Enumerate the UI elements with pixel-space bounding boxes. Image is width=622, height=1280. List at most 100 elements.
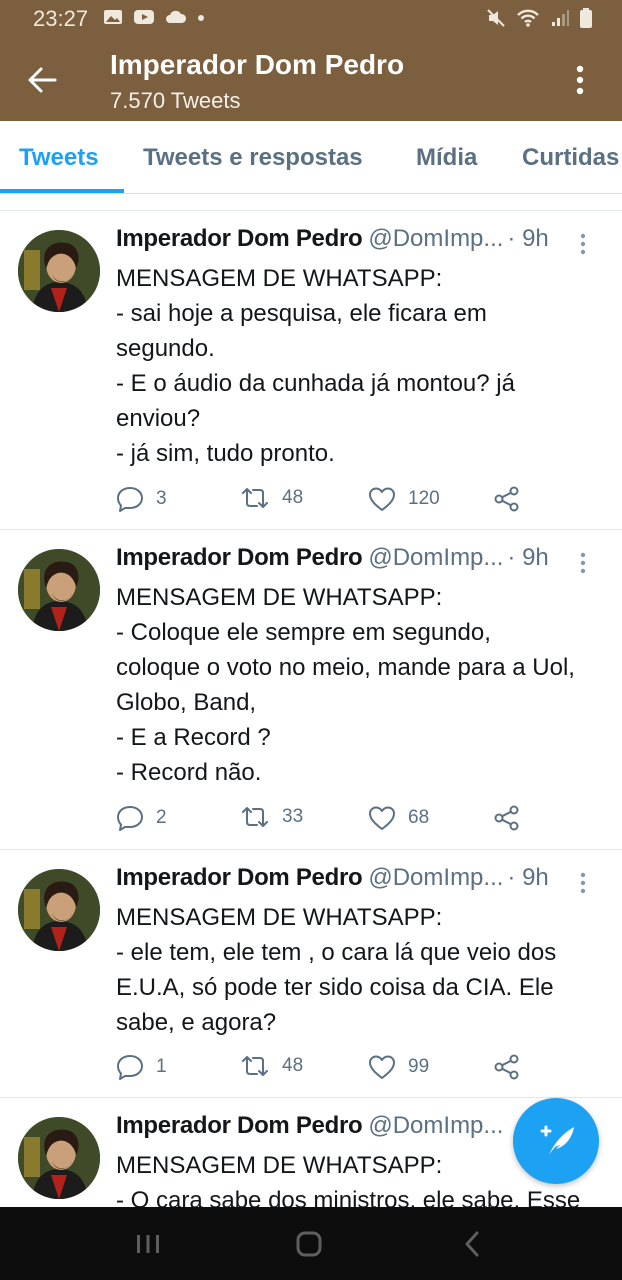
tweet-text-line: - E a Record ? xyxy=(116,724,271,751)
tweet-text-line: E.U.A, só pode ter sido coisa da CIA. El… xyxy=(116,974,554,1001)
avatar[interactable] xyxy=(18,869,100,951)
tweet-item[interactable]: Imperador Dom Pedro @DomImp... · 9h MENS… xyxy=(0,529,622,849)
more-vertical-icon xyxy=(580,552,586,574)
back-nav-icon xyxy=(465,1231,479,1257)
compose-tweet-button[interactable] xyxy=(513,1098,599,1184)
more-vertical-icon xyxy=(576,65,584,95)
tweet-body: Imperador Dom Pedro @DomImp... · 9h MENS… xyxy=(116,544,608,790)
avatar[interactable] xyxy=(18,230,100,312)
status-left-icons xyxy=(103,8,205,26)
like-button[interactable]: 99 xyxy=(368,1054,429,1080)
author-name[interactable]: Imperador Dom Pedro xyxy=(116,225,363,253)
author-name[interactable]: Imperador Dom Pedro xyxy=(116,1112,363,1140)
heart-icon xyxy=(369,806,395,830)
tweet-menu-button[interactable] xyxy=(580,872,600,896)
status-bar: 23:27 xyxy=(0,0,622,36)
retweet-button[interactable]: 48 xyxy=(240,1054,303,1078)
author-handle[interactable]: @DomImp... xyxy=(368,544,503,572)
avatar-portrait-icon xyxy=(18,230,100,312)
back-button[interactable] xyxy=(22,60,62,100)
share-button[interactable] xyxy=(494,486,520,512)
retweet-count: 33 xyxy=(282,806,304,827)
compose-tweet-icon xyxy=(540,1125,574,1158)
author-name[interactable]: Imperador Dom Pedro xyxy=(116,864,363,892)
tweet-text: MENSAGEM DE WHATSAPP: - ele tem, ele tem… xyxy=(116,900,608,1040)
like-button[interactable]: 120 xyxy=(368,486,440,512)
author-handle[interactable]: @DomImp... xyxy=(368,864,503,892)
retweet-button[interactable]: 48 xyxy=(240,486,303,510)
tweet-time: · 9h xyxy=(507,544,549,571)
tweet-text-line: MENSAGEM DE WHATSAPP: xyxy=(116,265,443,292)
profile-tabs: Tweets Tweets e respostas Mídia Curtidas xyxy=(0,121,622,194)
tweet-text-line: MENSAGEM DE WHATSAPP: xyxy=(116,904,443,931)
youtube-icon xyxy=(134,10,154,24)
reply-button[interactable]: 1 xyxy=(116,1054,167,1080)
reply-button[interactable]: 2 xyxy=(116,805,167,831)
more-vertical-icon xyxy=(580,872,586,894)
tweet-text-line: - Record não. xyxy=(116,759,262,786)
reply-icon xyxy=(117,1055,143,1080)
like-button[interactable]: 68 xyxy=(368,805,429,831)
tweet-text-line: - sai hoje a pesquisa, ele ficara em xyxy=(116,300,487,327)
gallery-icon xyxy=(104,10,122,24)
author-name[interactable]: Imperador Dom Pedro xyxy=(116,544,363,572)
reply-button[interactable]: 3 xyxy=(116,486,167,512)
retweet-icon xyxy=(242,807,268,827)
reply-icon xyxy=(117,487,143,512)
tweet-header: Imperador Dom Pedro @DomImp... · 9h xyxy=(116,864,608,900)
home-icon xyxy=(296,1231,322,1257)
tweet-text-line: - ele tem, ele tem , o cara lá que veio … xyxy=(116,939,557,966)
system-navigation-bar xyxy=(0,1207,622,1280)
tweet-count: 7.570 Tweets xyxy=(110,88,241,113)
retweet-button[interactable]: 33 xyxy=(240,805,303,829)
author-handle[interactable]: @DomImp... xyxy=(368,1112,503,1140)
like-count: 99 xyxy=(408,1056,430,1077)
tab-tweets-and-replies[interactable]: Tweets e respostas xyxy=(143,144,363,172)
back-nav-button[interactable] xyxy=(452,1227,492,1261)
avatar[interactable] xyxy=(18,549,100,631)
active-tab-indicator xyxy=(0,189,124,193)
tweet-header: Imperador Dom Pedro @DomImp... · 9h xyxy=(116,225,608,261)
reply-count: 2 xyxy=(156,807,167,828)
tweet-feed[interactable]: Imperador Dom Pedro @DomImp... · 9h MENS… xyxy=(0,194,622,1207)
wifi-icon xyxy=(517,9,539,27)
tweet-text-line: enviou? xyxy=(116,405,201,432)
avatar[interactable] xyxy=(18,1117,100,1199)
tweet-body: Imperador Dom Pedro @DomImp... · 9h MENS… xyxy=(116,225,608,471)
tab-media[interactable]: Mídia xyxy=(416,144,477,172)
author-handle[interactable]: @DomImp... xyxy=(368,225,503,253)
status-right-icons xyxy=(486,8,592,28)
more-options-button[interactable] xyxy=(560,60,600,100)
recents-button[interactable] xyxy=(128,1227,168,1261)
home-button[interactable] xyxy=(289,1227,329,1261)
share-icon xyxy=(494,1054,519,1080)
retweet-icon xyxy=(242,488,268,508)
tweet-menu-button[interactable] xyxy=(580,552,600,576)
like-count: 120 xyxy=(408,488,440,509)
share-button[interactable] xyxy=(494,1054,520,1080)
tweet-text-line: Globo, Band, xyxy=(116,689,257,716)
reply-count: 3 xyxy=(156,488,167,509)
share-button[interactable] xyxy=(494,805,520,831)
recents-icon xyxy=(137,1235,159,1253)
tweet-text-line: - Coloque ele sempre em segundo, xyxy=(116,619,491,646)
like-count: 68 xyxy=(408,807,430,828)
signal-icon xyxy=(552,10,569,26)
tweet-body: Imperador Dom Pedro @DomImp... · 9h MENS… xyxy=(116,864,608,1040)
retweet-icon xyxy=(242,1056,268,1076)
tweet-header: Imperador Dom Pedro @DomImp... · 9h xyxy=(116,544,608,580)
profile-header: Imperador Dom Pedro 7.570 Tweets xyxy=(0,36,622,121)
tab-likes[interactable]: Curtidas xyxy=(522,144,619,172)
profile-name-title: Imperador Dom Pedro xyxy=(110,49,405,80)
tab-tweets[interactable]: Tweets xyxy=(19,144,99,172)
tweet-time: · 9h xyxy=(507,864,549,891)
tweet-item[interactable]: Imperador Dom Pedro @DomImp... · 9h MENS… xyxy=(0,849,622,1098)
more-vertical-icon xyxy=(580,233,586,255)
tweet-text-line: coloque o voto no meio, mande para a Uol… xyxy=(116,654,575,681)
reply-icon xyxy=(117,806,143,831)
tweet-text-line: MENSAGEM DE WHATSAPP: xyxy=(116,584,443,611)
tweet-text-line: - E o áudio da cunhada já montou? já xyxy=(116,370,515,397)
tweet-text-line: - O cara sabe dos ministros, ele sabe. E… xyxy=(116,1187,581,1207)
tweet-item[interactable]: Imperador Dom Pedro @DomImp... · 9h MENS… xyxy=(0,210,622,530)
tweet-menu-button[interactable] xyxy=(580,233,600,257)
